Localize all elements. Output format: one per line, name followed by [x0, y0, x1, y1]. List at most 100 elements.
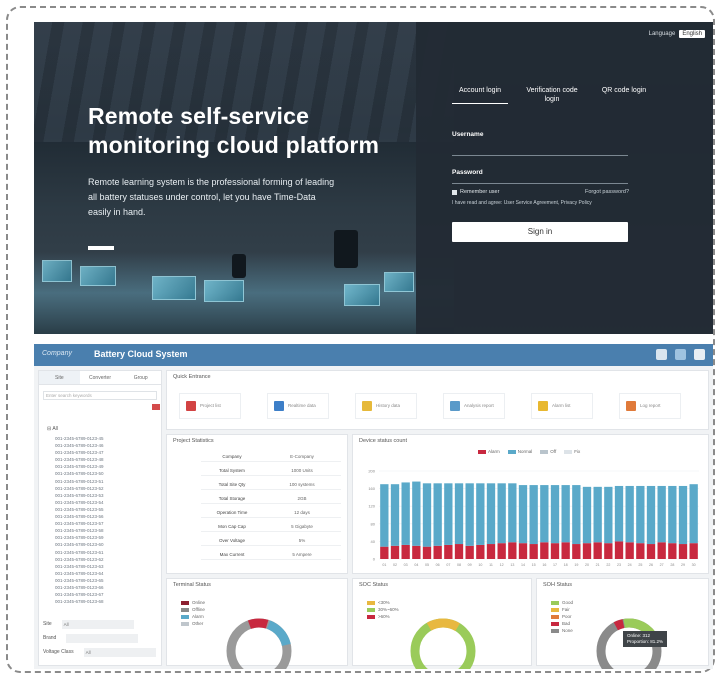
filter-site-input[interactable]: All — [61, 619, 134, 629]
tree-item[interactable]: 001-2345-6789-0123-57 — [55, 520, 104, 527]
tab-verification-code-login[interactable]: Verification code login — [524, 86, 580, 104]
tree-item[interactable]: 001-2345-6789-0123-60 — [55, 541, 104, 548]
bar-alarm[interactable] — [625, 542, 634, 559]
bar-alarm[interactable] — [390, 545, 400, 559]
bar-normal[interactable] — [561, 485, 570, 543]
bar-normal[interactable] — [646, 485, 656, 545]
bar-normal[interactable] — [529, 485, 538, 545]
tree-item[interactable]: 001-2345-6789-0123-58 — [55, 527, 104, 534]
quick-entry-0[interactable]: Project list — [179, 393, 241, 419]
bar-normal[interactable] — [657, 485, 666, 543]
language-select[interactable]: English — [679, 30, 705, 38]
bar-normal[interactable] — [476, 483, 485, 545]
bar-alarm[interactable] — [422, 546, 432, 559]
remember-user[interactable]: Remember user — [452, 189, 499, 195]
bar-alarm[interactable] — [497, 543, 506, 559]
tree-item[interactable]: 001-2345-6789-0123-55 — [55, 506, 104, 513]
tree-item[interactable]: 001-2345-6789-0123-67 — [55, 591, 104, 598]
bar-normal[interactable] — [412, 481, 421, 546]
bar-normal[interactable] — [625, 485, 634, 543]
bar-normal[interactable] — [444, 483, 453, 545]
search-icon[interactable] — [152, 404, 160, 410]
bar-alarm[interactable] — [689, 543, 698, 559]
tree-item[interactable]: 001-2345-6789-0123-61 — [55, 549, 104, 556]
tree-item[interactable]: 001-2345-6789-0123-49 — [55, 463, 104, 470]
tree-root[interactable]: ⊟ All — [47, 426, 58, 432]
bar-alarm[interactable] — [604, 543, 613, 559]
tree-item[interactable]: 001-2345-6789-0123-56 — [55, 513, 104, 520]
bar-normal[interactable] — [540, 485, 549, 543]
bar-alarm[interactable] — [678, 544, 688, 559]
tab-converter[interactable]: Converter — [80, 371, 121, 384]
bar-normal[interactable] — [572, 485, 581, 545]
bar-alarm[interactable] — [593, 542, 602, 559]
bar-alarm[interactable] — [412, 545, 421, 559]
bar-alarm[interactable] — [646, 544, 656, 559]
bar-alarm[interactable] — [518, 543, 528, 559]
bar-alarm[interactable] — [465, 545, 474, 559]
tree-item[interactable]: 001-2345-6789-0123-63 — [55, 563, 104, 570]
tree-item[interactable]: 001-2345-6789-0123-45 — [55, 435, 104, 442]
tab-account-login[interactable]: Account login — [452, 86, 508, 104]
bar-normal[interactable] — [518, 485, 528, 544]
tree-item[interactable]: 001-2345-6789-0123-46 — [55, 442, 104, 449]
tree-item[interactable]: 001-2345-6789-0123-53 — [55, 492, 104, 499]
bar-normal[interactable] — [380, 484, 389, 547]
bar-normal[interactable] — [401, 482, 410, 545]
bar-alarm[interactable] — [486, 544, 496, 559]
tree-item[interactable]: 001-2345-6789-0123-47 — [55, 449, 104, 456]
sign-in-button[interactable]: Sign in — [452, 222, 628, 242]
bar-alarm[interactable] — [401, 544, 410, 559]
bar-normal[interactable] — [433, 483, 442, 546]
language-switcher[interactable]: Language English — [649, 30, 705, 38]
tree-item[interactable]: 001-2345-6789-0123-50 — [55, 470, 104, 477]
tree-item[interactable]: 001-2345-6789-0123-52 — [55, 485, 104, 492]
tree-item[interactable]: 001-2345-6789-0123-59 — [55, 534, 104, 541]
bar-normal[interactable] — [465, 483, 474, 546]
remember-checkbox[interactable] — [452, 189, 457, 195]
bar-alarm[interactable] — [657, 542, 666, 559]
bar-normal[interactable] — [668, 485, 677, 544]
forgot-password-link[interactable]: Forgot password? — [585, 189, 629, 195]
agreement-text[interactable]: I have read and agree: User Service Agre… — [452, 200, 592, 206]
bar-normal[interactable] — [614, 485, 624, 542]
bar-alarm[interactable] — [636, 543, 645, 559]
bar-alarm[interactable] — [444, 544, 453, 559]
bar-alarm[interactable] — [572, 544, 581, 559]
bar-alarm[interactable] — [508, 542, 517, 559]
bar-alarm[interactable] — [529, 544, 538, 559]
bar-normal[interactable] — [454, 483, 464, 545]
bar-normal[interactable] — [497, 483, 506, 544]
filter-voltage-input[interactable]: All — [83, 647, 156, 657]
bar-alarm[interactable] — [668, 543, 677, 559]
password-field[interactable] — [452, 183, 628, 184]
bar-alarm[interactable] — [380, 546, 389, 559]
bar-alarm[interactable] — [476, 544, 485, 559]
bar-normal[interactable] — [604, 486, 613, 544]
bar-normal[interactable] — [550, 485, 560, 544]
bar-normal[interactable] — [486, 483, 496, 545]
bar-normal[interactable] — [593, 486, 602, 543]
tree-item[interactable]: 001-2345-6789-0123-54 — [55, 499, 104, 506]
quick-entry-2[interactable]: History data — [355, 393, 417, 419]
bar-normal[interactable] — [582, 486, 592, 544]
quick-entry-3[interactable]: Analysis report — [443, 393, 505, 419]
bar-normal[interactable] — [422, 483, 432, 547]
bar-alarm[interactable] — [582, 543, 592, 559]
tree-item[interactable]: 001-2345-6789-0123-62 — [55, 556, 104, 563]
tree-item[interactable]: 001-2345-6789-0123-66 — [55, 584, 104, 591]
tab-group[interactable]: Group — [120, 371, 161, 384]
bar-alarm[interactable] — [540, 542, 549, 559]
bar-alarm[interactable] — [433, 545, 442, 559]
tree-item[interactable]: 001-2345-6789-0123-48 — [55, 456, 104, 463]
tree-item[interactable]: 001-2345-6789-0123-64 — [55, 570, 104, 577]
quick-entry-1[interactable]: Realtime data — [267, 393, 329, 419]
bar-alarm[interactable] — [454, 544, 464, 559]
quick-entry-4[interactable]: Alarm list — [531, 393, 593, 419]
bar-normal[interactable] — [689, 484, 698, 544]
filter-brand-input[interactable] — [66, 633, 139, 643]
bar-normal[interactable] — [678, 485, 688, 545]
tree-item[interactable]: 001-2345-6789-0123-68 — [55, 598, 104, 605]
message-icon[interactable] — [694, 349, 705, 360]
sidebar-search-input[interactable]: Enter search keywords — [43, 391, 157, 400]
